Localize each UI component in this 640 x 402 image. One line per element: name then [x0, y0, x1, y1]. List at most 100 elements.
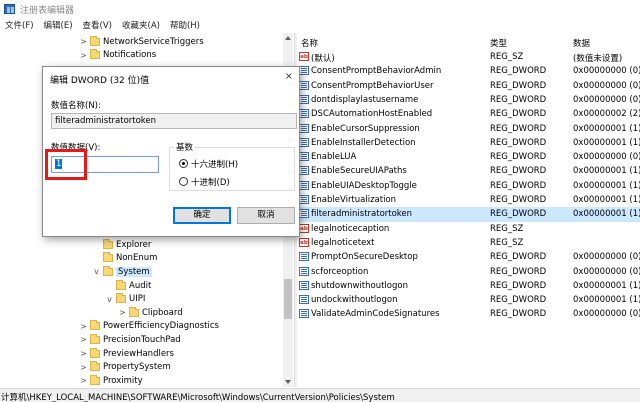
chevron-down-icon[interactable]: v [92, 267, 101, 276]
cell-type: REG_DWORD [490, 80, 547, 91]
value-list[interactable]: 名称 类型 数据 ab (默认) REG_SZ (数值未设置) ConsentPromp… [297, 33, 640, 387]
string-value-icon: ab [299, 223, 309, 233]
cell-type: REG_DWORD [490, 66, 547, 77]
binary-value-icon [299, 166, 309, 176]
cell-name: filteradministratortoken [311, 209, 413, 220]
cell-data: 0x00000001 (1) [573, 209, 640, 220]
cell-name: legalnoticecaption [311, 223, 390, 234]
highlight-box [45, 149, 87, 180]
binary-value-icon [299, 94, 309, 104]
tree-item[interactable]: v System [92, 265, 152, 279]
cell-type: REG_DWORD [490, 280, 547, 291]
scroll-up-icon[interactable] [285, 36, 291, 40]
scroll-thumb[interactable] [284, 279, 292, 319]
value-name-field: filteradministratortoken [51, 113, 297, 129]
tree-item[interactable]: > Proximity [79, 374, 143, 387]
cell-name: PromptOnSecureDesktop [311, 252, 418, 263]
tree-item[interactable]: Explorer [92, 238, 151, 252]
tree-item[interactable]: Audit [105, 279, 151, 293]
binary-value-icon [299, 152, 309, 162]
table-row[interactable]: filteradministratortoken REG_DWORD 0x00000… [297, 207, 640, 222]
folder-icon [90, 35, 100, 46]
column-type-header[interactable]: 类型 [490, 37, 507, 49]
menu-item[interactable]: 编辑(E) [39, 18, 78, 32]
binary-value-icon [299, 195, 309, 204]
tree-item-label: PrecisionTouchPad [103, 334, 181, 345]
chevron-right-icon[interactable]: > [79, 349, 88, 358]
folder-icon [129, 306, 139, 317]
column-data-header[interactable]: 数据 [573, 37, 590, 49]
binary-value-icon [299, 123, 309, 133]
cell-type: REG_DWORD [490, 252, 547, 263]
column-headers: 名称 类型 数据 [297, 35, 640, 49]
cell-type: REG_DWORD [490, 137, 547, 148]
table-row[interactable]: dontdisplaylastusername REG_DWORD 0x000000… [297, 93, 640, 107]
table-row[interactable]: ValidateAdminCodeSignatures REG_DWORD 0x00… [297, 307, 640, 321]
cell-name: scforceoption [311, 266, 369, 277]
table-row[interactable]: PromptOnSecureDesktop REG_DWORD 0x00000000… [297, 250, 640, 264]
table-row[interactable]: EnableUIADesktopToggle REG_DWORD 0x0000000… [297, 179, 640, 193]
menu-item[interactable]: 查看(V) [78, 18, 117, 32]
chevron-right-icon[interactable]: > [118, 308, 127, 317]
chevron-right-icon[interactable]: > [79, 376, 88, 385]
tree-item[interactable]: > Clipboard [118, 306, 183, 320]
binary-value-icon [299, 252, 309, 262]
cell-type: REG_DWORD [490, 209, 547, 220]
chevron-right-icon[interactable]: > [79, 322, 88, 331]
tree-item[interactable]: > PropertySystem [79, 360, 171, 374]
tree-item[interactable]: > NetworkServiceTriggers [79, 35, 204, 49]
tree-item[interactable]: > PrecisionTouchPad [79, 333, 181, 347]
menu-bar: 文件(F) 编辑(E) 查看(V) 收藏夹(A) 帮助(H) [0, 18, 640, 32]
binary-value-icon [299, 80, 309, 90]
string-value-icon: ab [299, 52, 309, 61]
table-row[interactable]: EnableVirtualization REG_DWORD 0x00000001 … [297, 193, 640, 207]
folder-icon [103, 252, 113, 263]
tree-item-label: Explorer [116, 239, 152, 250]
table-row[interactable]: ab (默认) REG_SZ (数值未设置) [297, 50, 640, 64]
table-row[interactable]: shutdownwithoutlogon REG_DWORD 0x00000001 … [297, 279, 640, 293]
folder-icon [90, 49, 100, 60]
tree-item[interactable]: > PowerEfficiencyDiagnostics [79, 320, 219, 334]
chevron-down-icon[interactable]: v [105, 295, 114, 304]
cell-data: 0x00000001 (1) [573, 280, 640, 291]
hex-radio[interactable] [179, 159, 188, 168]
cancel-button[interactable]: 取消 [237, 207, 295, 224]
table-row[interactable]: scforceoption REG_DWORD 0x00000000 (0) [297, 265, 640, 279]
close-icon[interactable]: × [285, 71, 293, 82]
table-row[interactable]: EnableInstallerDetection REG_DWORD 0x00000… [297, 136, 640, 150]
cell-name: EnableInstallerDetection [311, 137, 416, 148]
folder-icon [90, 374, 100, 385]
cell-name: ValidateAdminCodeSignatures [311, 309, 440, 320]
cell-name: legalnoticetext [311, 237, 375, 248]
cell-name: DSCAutomationHostEnabled [311, 109, 433, 120]
cell-data: 0x00000000 (0) [573, 266, 640, 277]
decimal-radio-label[interactable]: 十进制(D) [191, 176, 230, 188]
ok-button[interactable]: 确定 [173, 207, 231, 224]
menu-item[interactable]: 收藏夹(A) [117, 18, 165, 32]
table-row[interactable]: EnableSecureUIAPaths REG_DWORD 0x00000001 … [297, 164, 640, 178]
table-row[interactable]: ConsentPromptBehaviorAdmin REG_DWORD 0x000… [297, 64, 640, 78]
chevron-right-icon[interactable]: > [79, 335, 88, 344]
table-row[interactable]: ab legalnoticecaption REG_SZ [297, 222, 640, 236]
tree-item[interactable]: NonEnum [92, 252, 157, 266]
chevron-right-icon[interactable]: > [79, 37, 88, 46]
chevron-right-icon[interactable]: > [79, 51, 88, 60]
table-row[interactable]: ConsentPromptBehaviorUser REG_DWORD 0x0000… [297, 79, 640, 93]
table-row[interactable]: DSCAutomationHostEnabled REG_DWORD 0x00000… [297, 107, 640, 121]
table-row[interactable]: EnableCursorSuppression REG_DWORD 0x000000… [297, 122, 640, 136]
tree-item[interactable]: > PreviewHandlers [79, 347, 174, 361]
column-name-header[interactable]: 名称 [301, 37, 318, 49]
scroll-down-icon[interactable] [285, 380, 291, 384]
chevron-right-icon[interactable]: > [79, 363, 88, 372]
binary-value-icon [299, 209, 309, 219]
tree-item[interactable]: > Notifications [79, 49, 156, 63]
cell-data: 0x00000000 (0) [573, 80, 640, 91]
table-row[interactable]: EnableLUA REG_DWORD 0x00000000 (0) [297, 150, 640, 164]
hex-radio-label[interactable]: 十六进制(H) [191, 158, 238, 170]
tree-item[interactable]: v UIPI [105, 292, 145, 306]
table-row[interactable]: undockwithoutlogon REG_DWORD 0x00000001 (1… [297, 293, 640, 307]
table-row[interactable]: ab legalnoticetext REG_SZ [297, 236, 640, 250]
menu-item[interactable]: 文件(F) [0, 18, 39, 32]
menu-item[interactable]: 帮助(H) [165, 18, 205, 32]
decimal-radio[interactable] [179, 177, 188, 186]
